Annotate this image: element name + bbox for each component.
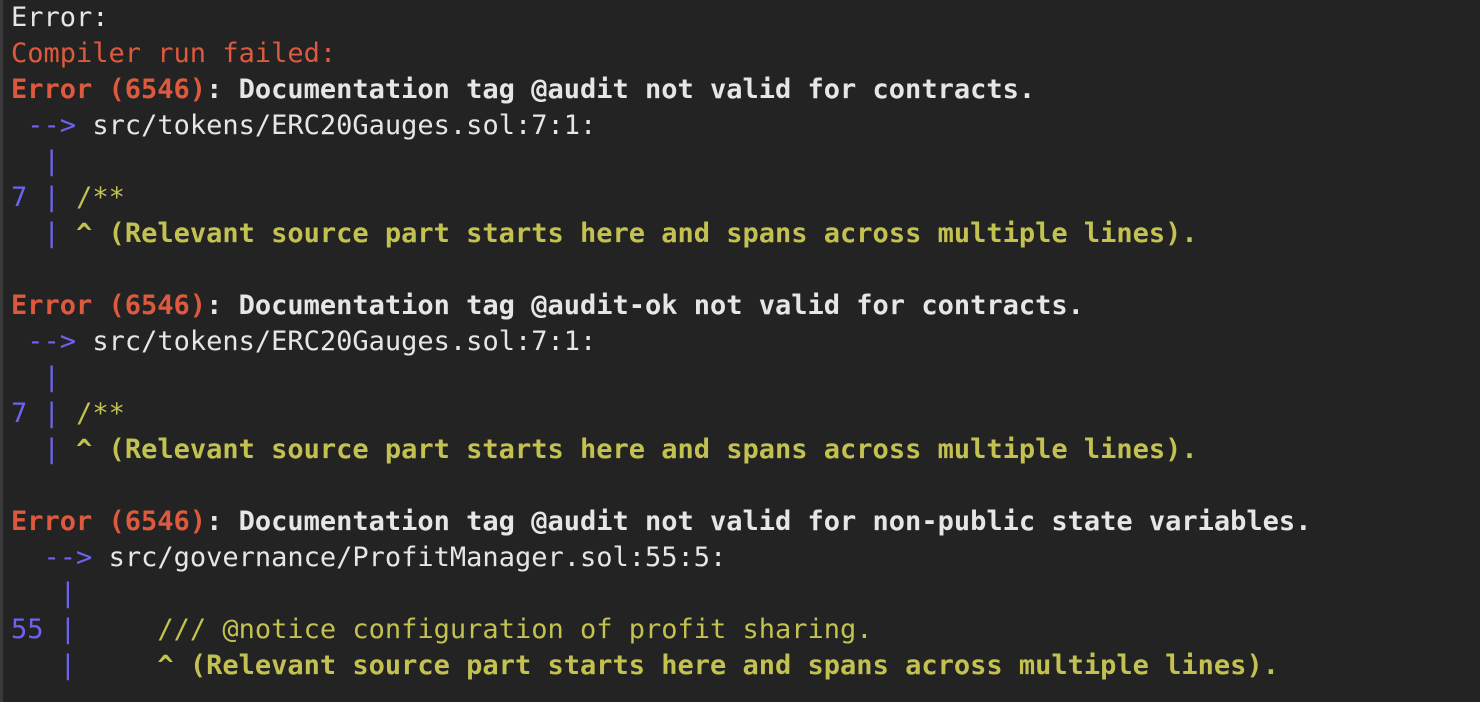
error-label-line: Error: xyxy=(11,0,1480,36)
error-location: src/tokens/ERC20Gauges.sol:7:1: xyxy=(92,110,597,141)
gutter-bar: | xyxy=(59,614,77,645)
error-location-line: --> src/tokens/ERC20Gauges.sol:7:1: xyxy=(11,108,1480,144)
gutter-bar: | xyxy=(43,362,60,393)
source-line: 7 | /** xyxy=(11,396,1480,432)
location-arrow: --> xyxy=(27,326,77,357)
error-location-line: --> src/tokens/ERC20Gauges.sol:7:1: xyxy=(11,324,1480,360)
error-title: Error (6546): Documentation tag @audit n… xyxy=(11,504,1480,540)
gutter-bar: | xyxy=(43,218,60,249)
gutter-line: | xyxy=(11,576,1480,612)
note-line: | ^ (Relevant source part starts here an… xyxy=(11,216,1480,252)
source-line: 7 | /** xyxy=(11,180,1480,216)
line-number: 55 xyxy=(11,614,44,645)
source-line: 55 | /// @notice configuration of profit… xyxy=(11,612,1480,648)
line-number: 7 xyxy=(11,182,28,213)
error-message: : Documentation tag @audit-ok not valid … xyxy=(206,290,1084,321)
note-line: | ^ (Relevant source part starts here an… xyxy=(11,648,1480,684)
line-number: 7 xyxy=(11,398,28,429)
error-location: src/governance/ProfitManager.sol:55:5: xyxy=(108,542,727,573)
error-message: : Documentation tag @audit not valid for… xyxy=(206,506,1312,537)
error-code: Error (6546) xyxy=(11,290,207,321)
error-message: : Documentation tag @audit not valid for… xyxy=(206,74,1036,105)
gutter-bar: | xyxy=(43,398,60,429)
source-note: ^ (Relevant source part starts here and … xyxy=(76,434,1198,465)
gutter-bar: | xyxy=(43,434,60,465)
location-arrow: --> xyxy=(27,110,77,141)
location-arrow: --> xyxy=(43,542,93,573)
error-location: src/tokens/ERC20Gauges.sol:7:1: xyxy=(92,326,597,357)
gutter-bar: | xyxy=(59,650,77,681)
terminal-output[interactable]: Error: Compiler run failed: Error (6546)… xyxy=(0,0,1480,702)
error-code: Error (6546) xyxy=(11,506,207,537)
gutter-bar: | xyxy=(59,578,77,609)
source-note: ^ (Relevant source part starts here and … xyxy=(76,218,1198,249)
error-title: Error (6546): Documentation tag @audit-o… xyxy=(11,288,1480,324)
note-line: | ^ (Relevant source part starts here an… xyxy=(11,432,1480,468)
compiler-failed-text: Compiler run failed: xyxy=(11,38,337,69)
source-code: /** xyxy=(76,182,125,213)
error-label: Error: xyxy=(11,2,109,33)
compiler-failed-line: Compiler run failed: xyxy=(11,36,1480,72)
source-code: /// @notice configuration of profit shar… xyxy=(157,614,873,645)
gutter-line: | xyxy=(11,360,1480,396)
error-code: Error (6546) xyxy=(11,74,207,105)
error-title: Error (6546): Documentation tag @audit n… xyxy=(11,72,1480,108)
source-note: ^ (Relevant source part starts here and … xyxy=(157,650,1279,681)
gutter-bar: | xyxy=(43,182,60,213)
gutter-bar: | xyxy=(43,146,60,177)
source-code: /** xyxy=(76,398,125,429)
gutter-line: | xyxy=(11,144,1480,180)
error-location-line: --> src/governance/ProfitManager.sol:55:… xyxy=(11,540,1480,576)
